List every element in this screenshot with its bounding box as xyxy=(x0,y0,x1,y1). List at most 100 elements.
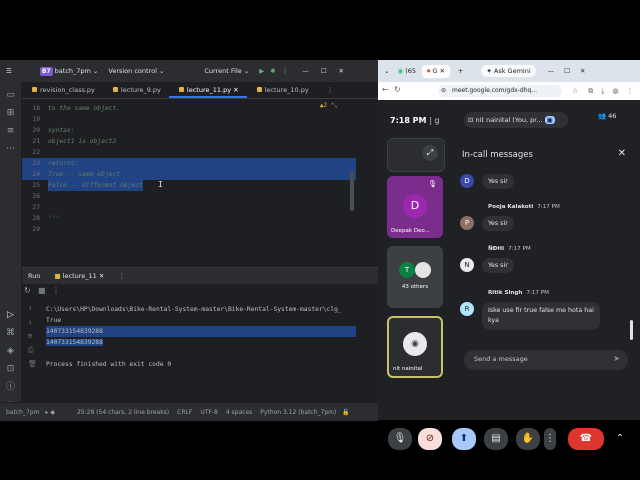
python-console-icon[interactable]: ⌘ xyxy=(6,328,16,338)
run-icon[interactable]: ▶ xyxy=(259,67,264,75)
url-bar[interactable]: ⊜ meet.google.com/gdx-dhq... xyxy=(438,85,562,97)
status-indent[interactable]: 4 spaces xyxy=(226,409,252,416)
more-tools-icon[interactable]: ⋯ xyxy=(6,144,16,154)
trash-icon[interactable]: 🗑 xyxy=(28,360,37,368)
more-icon[interactable]: ⋮ xyxy=(282,67,289,75)
soft-wrap-icon[interactable]: ≡ xyxy=(28,332,32,340)
run-tab-label[interactable]: Run xyxy=(28,272,40,280)
download-icon[interactable]: ⤓ xyxy=(601,87,604,96)
minimize-icon[interactable]: — xyxy=(548,67,555,75)
maximize-icon[interactable]: ☐ xyxy=(321,67,327,75)
problems-icon[interactable]: ⓘ xyxy=(6,382,16,392)
participant-tile-deepak[interactable]: D 🎙 Deepak Deo... xyxy=(387,176,443,238)
avatar: R xyxy=(460,302,474,316)
console-line-selected: 140733154839288 xyxy=(46,337,103,348)
plugins-icon[interactable]: ⊞ xyxy=(6,108,16,118)
meet-tab[interactable]: ⏺ G ✕ xyxy=(422,64,450,78)
tab-search-icon[interactable]: ⌄ xyxy=(384,67,389,75)
debug-icon[interactable]: ✱ xyxy=(270,67,275,75)
lock-icon[interactable]: 🔓 xyxy=(342,409,349,416)
more-options-icon[interactable]: ⋮ xyxy=(118,272,125,280)
send-icon[interactable]: ➤ xyxy=(613,354,620,363)
status-encoding[interactable]: UTF-8 xyxy=(200,409,218,416)
tab-lecture-10[interactable]: lecture_10.py xyxy=(247,82,317,98)
layers-icon[interactable]: ◈ xyxy=(6,346,16,356)
meeting-time: 7:18 PM | g xyxy=(390,116,440,125)
presenting-chip[interactable]: ⊡ nit nainital (You, pr... ▣ xyxy=(464,112,568,128)
maximize-icon[interactable]: ☐ xyxy=(564,67,570,75)
close-icon[interactable]: ✕ xyxy=(339,67,344,75)
close-icon[interactable]: ✕ xyxy=(580,67,585,75)
tab-lecture-11[interactable]: lecture_11.py ✕ xyxy=(168,82,247,98)
chat-scrollbar[interactable] xyxy=(630,320,633,340)
code-editor[interactable]: ▲2 ⌃⌄ 18 to the same object. 19 20 syntax:… xyxy=(22,99,356,257)
present-icon: ⬆ xyxy=(459,433,469,444)
print-icon[interactable]: ⎙ xyxy=(28,346,34,355)
project-switcher[interactable]: B7 batch_7pm ⌄ xyxy=(39,67,98,76)
profile-icon[interactable]: ◍ xyxy=(612,87,618,95)
message-bubble: Iske use fir true false me hota hai kya xyxy=(482,302,600,330)
raise-hand-button[interactable]: ✋ xyxy=(516,428,540,450)
captions-button[interactable]: ▤ xyxy=(484,428,508,450)
new-tab-icon[interactable]: + xyxy=(458,67,463,75)
scroll-down-icon[interactable]: ↓ xyxy=(28,318,32,326)
panel-title: In-call messages xyxy=(462,150,533,160)
leave-call-button[interactable]: ☎ xyxy=(568,428,604,450)
vcs-menu[interactable]: Version control ⌄ xyxy=(108,67,164,75)
meeting-clock: 7:18 PM xyxy=(390,116,427,125)
chrome-menu-icon[interactable]: ⋮ xyxy=(627,87,634,95)
more-icon[interactable]: ⋮ xyxy=(52,286,60,295)
run-tool-icon[interactable]: ▷ xyxy=(6,310,16,320)
bookmark-star-icon[interactable]: ☆ xyxy=(572,87,578,95)
participant-tile-others[interactable]: T 43 others xyxy=(387,246,443,308)
status-interpreter[interactable]: Python 3.12 (batch_7pm) xyxy=(260,409,336,416)
tab-label: lecture_10.py xyxy=(264,86,309,94)
close-panel-icon[interactable]: ✕ xyxy=(618,148,626,159)
microphone-button[interactable]: 🎙 xyxy=(388,428,412,450)
run-config-tab[interactable]: ■ lecture_11 ✕ xyxy=(54,272,104,280)
folder-icon[interactable]: ▭ xyxy=(6,90,16,100)
self-tile[interactable]: ◉ nit nainital xyxy=(387,316,443,378)
chrome-window: ⌄ ◉ (65 ⏺ G ✕ + ✦ Ask Gemini — ☐ ✕ ← ↻ ⊜… xyxy=(378,60,640,450)
terminal-icon[interactable]: ⊡ xyxy=(6,364,16,374)
whatsapp-tab[interactable]: ◉ (65 xyxy=(397,67,416,75)
status-project[interactable]: batch_7pm xyxy=(6,409,39,416)
run-config-selector[interactable]: Current File ⌄ xyxy=(204,67,249,75)
present-button[interactable]: ⬆ xyxy=(452,428,476,450)
scroll-up-icon[interactable]: ↑ xyxy=(28,304,32,312)
line-number: 21 xyxy=(32,138,40,145)
ask-gemini-button[interactable]: ✦ Ask Gemini xyxy=(481,65,536,77)
presenter-label: nit nainital (You, pr... xyxy=(475,116,543,124)
expand-controls-button[interactable]: ⌃ xyxy=(612,428,628,450)
more-options-button[interactable]: ⋮ xyxy=(544,428,556,450)
expand-icon[interactable]: ⤢ xyxy=(422,145,438,161)
line-text: object1 is object2 xyxy=(48,138,117,145)
tab-overflow-icon[interactable]: ⋮ xyxy=(317,82,342,98)
editor-scrollbar[interactable] xyxy=(350,171,354,211)
camera-off-button[interactable]: ⊘ xyxy=(418,428,442,450)
extensions-icon[interactable]: ⧉ xyxy=(588,87,593,96)
back-icon[interactable]: ← xyxy=(382,85,389,94)
tab-revision-class[interactable]: revision_class.py xyxy=(22,82,103,98)
main-menu-icon[interactable]: ☰ xyxy=(6,67,12,75)
status-position[interactable]: 25:28 (54 chars, 2 line breaks) xyxy=(77,409,169,416)
rerun-icon[interactable]: ↻ xyxy=(24,286,31,295)
participant-count[interactable]: 👥 46 xyxy=(598,112,616,120)
chevron-up-icon: ⌃ xyxy=(615,433,625,444)
tab-lecture-9[interactable]: lecture_9.py xyxy=(103,82,169,98)
run-console[interactable]: ↑ ↓ ≡ ⎙ 🗑 C:\Users\HP\Downloads\Bike-Ren… xyxy=(22,300,356,400)
avatar: P xyxy=(460,216,474,230)
structure-icon[interactable]: ≡ xyxy=(6,126,16,136)
stop-icon[interactable]: ■ xyxy=(38,286,46,295)
reload-icon[interactable]: ↻ xyxy=(394,85,401,94)
site-info-icon[interactable]: ⊜ xyxy=(441,85,446,97)
line-text: False -- different object xyxy=(48,180,143,191)
people-icon: 👥 xyxy=(598,112,607,120)
line-number: 27 xyxy=(32,204,40,211)
editor-line-selected: 24 True -- same object xyxy=(22,169,356,180)
minimize-icon[interactable]: — xyxy=(302,67,309,75)
screen-share-tile[interactable]: ⤢ xyxy=(387,138,445,172)
line-number: 19 xyxy=(32,116,40,123)
status-line-separator[interactable]: CRLF xyxy=(177,409,192,416)
send-message-input[interactable]: Send a message ➤ xyxy=(464,350,628,370)
